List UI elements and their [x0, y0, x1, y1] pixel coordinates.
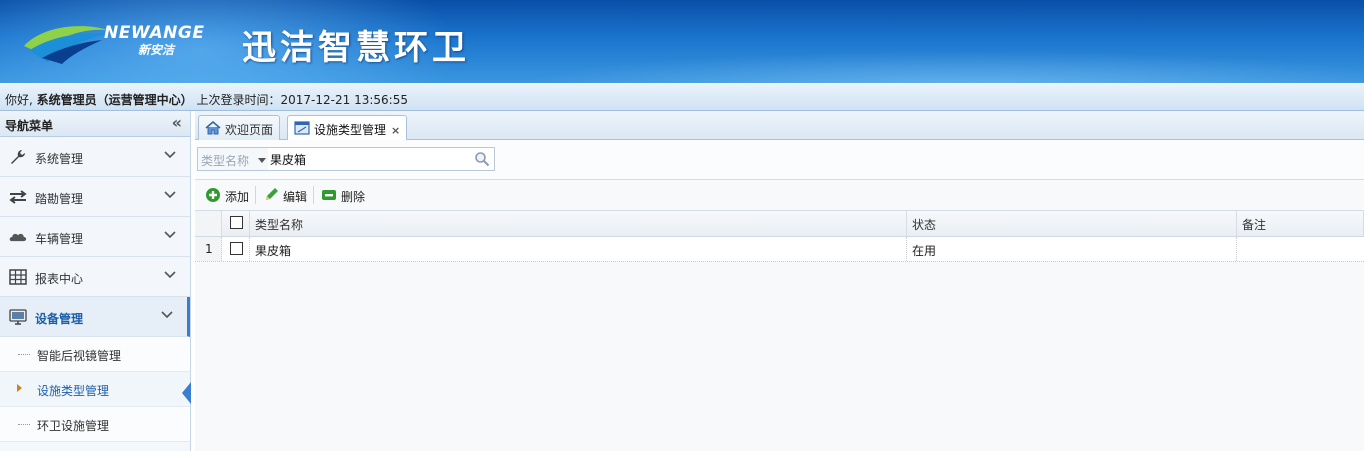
- column-header-remarks[interactable]: 备注: [1237, 211, 1364, 236]
- chevron-down-icon: [161, 311, 173, 319]
- chevron-down-icon: [164, 191, 176, 199]
- tab-facility-types[interactable]: 设施类型管理 ×: [287, 115, 408, 141]
- main-content: 欢迎页面 设施类型管理 × 类型名称 果皮箱 添加 编辑 删除 类型名称 状态 …: [195, 111, 1364, 451]
- rownum-header: [195, 211, 222, 236]
- sidebar-subitem-label: 智能后视镜管理: [37, 349, 122, 363]
- tree-connector: [18, 424, 30, 425]
- edit-button[interactable]: 编辑: [263, 186, 307, 206]
- active-marker: [182, 382, 191, 404]
- sidebar-item-vehicles[interactable]: 车辆管理: [0, 217, 190, 257]
- sidebar-subitem-facility-types[interactable]: 设施类型管理: [0, 372, 191, 407]
- sidebar-item-reports[interactable]: 报表中心: [0, 257, 190, 297]
- logo-text-en: NEWANGE: [104, 23, 205, 43]
- sidebar-item-label: 车辆管理: [35, 232, 84, 246]
- cell-status: 在用: [907, 237, 1237, 261]
- cloud-icon: [9, 233, 27, 242]
- sidebar-subitem-smart-mirror[interactable]: 智能后视镜管理: [0, 337, 190, 372]
- search-icon[interactable]: [474, 151, 490, 167]
- search-box: 类型名称: [197, 147, 495, 171]
- grid-toolbar: 添加 编辑 删除: [195, 180, 1364, 211]
- logo-text-cn: 新安洁: [138, 43, 175, 57]
- caret-down-icon: [258, 158, 266, 163]
- tree-connector: [18, 354, 30, 355]
- toolbar-divider: [313, 186, 314, 204]
- last-login-time: 2017-12-21 13:56:55: [280, 93, 408, 107]
- row-number: 1: [195, 237, 222, 261]
- chevron-down-icon: [164, 151, 176, 159]
- column-header-type-name[interactable]: 类型名称: [250, 211, 907, 236]
- delete-label: 删除: [341, 190, 366, 204]
- home-icon: [205, 121, 221, 135]
- sidebar-header: 导航菜单 «: [0, 111, 190, 137]
- sidebar-subitem-label: 设施类型管理: [37, 384, 110, 398]
- search-type-label: 类型名称: [201, 154, 250, 168]
- sidebar-item-survey[interactable]: 踏勘管理: [0, 177, 190, 217]
- app-header: NEWANGE 新安洁 迅洁智慧环卫: [0, 0, 1364, 83]
- window-icon: [294, 121, 310, 135]
- row-checkbox[interactable]: [230, 242, 243, 255]
- transfer-arrows-icon: [9, 190, 27, 204]
- sidebar-title: 导航菜单: [5, 119, 54, 133]
- search-input[interactable]: [270, 149, 470, 169]
- add-icon: [206, 188, 220, 202]
- monitor-icon: [9, 309, 27, 325]
- chevron-down-icon: [164, 271, 176, 279]
- select-all-checkbox[interactable]: [230, 216, 243, 229]
- tab-label: 设施类型管理: [314, 123, 387, 137]
- table-icon: [9, 269, 27, 285]
- add-button[interactable]: 添加: [205, 186, 249, 206]
- sidebar-subitem-label: 环卫设施管理: [37, 419, 110, 433]
- table-row[interactable]: 1 果皮箱 在用: [195, 237, 1364, 262]
- user-info-bar: 你好, 系统管理员（运营管理中心） 上次登录时间：2017-12-21 13:5…: [0, 83, 1364, 111]
- minus-icon: [322, 190, 336, 200]
- delete-button[interactable]: 删除: [321, 186, 365, 206]
- tab-label: 欢迎页面: [225, 123, 274, 137]
- search-type-dropdown[interactable]: 类型名称: [198, 148, 268, 170]
- tab-welcome[interactable]: 欢迎页面: [198, 115, 281, 141]
- selected-arrow-icon: [17, 384, 22, 392]
- sidebar-subitem-sanitation-facilities[interactable]: 环卫设施管理: [0, 407, 190, 442]
- pencil-icon: [266, 188, 278, 200]
- sidebar-item-devices[interactable]: 设备管理: [0, 297, 190, 337]
- sidebar-item-label: 系统管理: [35, 152, 84, 166]
- search-bar: 类型名称: [195, 140, 1364, 180]
- column-header-status[interactable]: 状态: [907, 211, 1237, 236]
- collapse-sidebar-button[interactable]: «: [172, 113, 182, 132]
- app-title: 迅洁智慧环卫: [242, 28, 470, 68]
- edit-label: 编辑: [283, 190, 308, 204]
- header-light-streak: [520, 50, 1364, 83]
- submenu-devices: 智能后视镜管理 设施类型管理 环卫设施管理: [0, 337, 191, 442]
- chevron-down-icon: [164, 231, 176, 239]
- cell-remarks: [1237, 237, 1364, 261]
- grid-header: 类型名称 状态 备注: [195, 211, 1364, 237]
- select-all-cell: [222, 211, 250, 236]
- data-grid: 类型名称 状态 备注 1 果皮箱 在用: [195, 211, 1364, 262]
- close-tab-icon[interactable]: ×: [391, 124, 400, 137]
- greeting-text: 你好,: [5, 93, 33, 107]
- add-label: 添加: [225, 190, 250, 204]
- current-user: 系统管理员（运营管理中心）: [36, 93, 193, 107]
- sidebar-item-system[interactable]: 系统管理: [0, 137, 190, 177]
- wrench-icon: [11, 150, 25, 164]
- last-login-label: 上次登录时间：: [196, 93, 281, 107]
- nav-sidebar: 导航菜单 « 系统管理 踏勘管理 车辆管理 报表中心 设备管理 智能后视镜管理 …: [0, 111, 191, 451]
- sidebar-item-label: 设备管理: [35, 312, 84, 326]
- sidebar-item-label: 踏勘管理: [35, 192, 84, 206]
- row-select-cell: [222, 237, 250, 261]
- tab-bar: 欢迎页面 设施类型管理 ×: [195, 111, 1364, 141]
- cell-type-name: 果皮箱: [250, 237, 907, 261]
- sidebar-item-label: 报表中心: [35, 272, 84, 286]
- toolbar-divider: [255, 186, 256, 204]
